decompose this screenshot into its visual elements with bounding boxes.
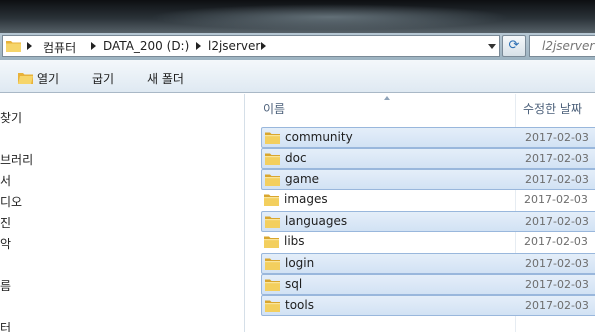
titlebar-glow: [150, 4, 510, 30]
folder-icon: [265, 279, 280, 291]
search-box[interactable]: [529, 35, 595, 57]
navigation-pane: 찾기 브러리 서 디오 진 악 름 터: [0, 94, 245, 332]
burn-button[interactable]: 굽기: [92, 70, 114, 87]
file-name[interactable]: languages: [285, 214, 347, 228]
nav-item-pictures[interactable]: 진: [0, 214, 11, 231]
nav-item-homegroup[interactable]: 름: [0, 277, 11, 294]
window-titlebar[interactable]: [0, 0, 595, 33]
file-name[interactable]: doc: [285, 151, 307, 165]
file-date-modified: 2017-02-03: [525, 215, 589, 228]
file-row[interactable]: tools 2017-02-03: [261, 295, 595, 316]
open-button[interactable]: 열기: [37, 70, 59, 87]
folder-open-icon: [18, 73, 33, 84]
breadcrumb-computer[interactable]: 컴퓨터: [43, 39, 76, 56]
column-header-modified[interactable]: 수정한 날짜: [523, 100, 582, 117]
file-row[interactable]: sql 2017-02-03: [261, 274, 595, 295]
file-row[interactable]: doc 2017-02-03: [261, 148, 595, 169]
file-row[interactable]: libs 2017-02-03: [261, 232, 595, 253]
file-name[interactable]: tools: [285, 298, 314, 312]
folder-icon: [265, 216, 280, 228]
folder-icon: [265, 132, 280, 144]
refresh-icon: ⟳: [508, 38, 520, 53]
file-date-modified: 2017-02-03: [525, 299, 589, 312]
folder-icon: [265, 174, 280, 186]
breadcrumb-arrow-icon[interactable]: [261, 42, 266, 50]
folder-icon: [264, 236, 279, 248]
new-folder-button[interactable]: 새 폴더: [147, 70, 184, 87]
nav-item-music[interactable]: 악: [0, 235, 11, 252]
command-toolbar: 열기 굽기 새 폴더: [0, 60, 595, 93]
refresh-button[interactable]: ⟳: [502, 35, 526, 57]
nav-item-favorites[interactable]: 찾기: [0, 109, 22, 126]
breadcrumb-folder[interactable]: l2jserver: [208, 39, 260, 53]
address-bar[interactable]: 컴퓨터 DATA_200 (D:) l2jserver: [2, 35, 500, 57]
file-name[interactable]: images: [284, 192, 328, 206]
file-name[interactable]: login: [285, 256, 314, 270]
file-row[interactable]: images 2017-02-03: [261, 190, 595, 211]
breadcrumb-drive[interactable]: DATA_200 (D:): [103, 39, 189, 53]
nav-item-computer[interactable]: 터: [0, 319, 11, 332]
file-date-modified: 2017-02-03: [525, 131, 589, 144]
file-name[interactable]: community: [285, 130, 353, 144]
file-date-modified: 2017-02-03: [524, 193, 588, 206]
nav-item-libraries[interactable]: 브러리: [0, 151, 33, 168]
file-date-modified: 2017-02-03: [525, 257, 589, 270]
file-row[interactable]: languages 2017-02-03: [261, 211, 595, 232]
sort-ascending-icon: [384, 96, 390, 100]
breadcrumb-arrow-icon[interactable]: [27, 42, 32, 50]
nav-item-videos[interactable]: 디오: [0, 193, 22, 210]
column-header-name[interactable]: 이름: [263, 100, 285, 117]
file-date-modified: 2017-02-03: [524, 235, 588, 248]
file-date-modified: 2017-02-03: [525, 278, 589, 291]
address-row: 컴퓨터 DATA_200 (D:) l2jserver ⟳: [0, 33, 595, 60]
folder-icon: [265, 153, 280, 165]
file-date-modified: 2017-02-03: [525, 173, 589, 186]
file-date-modified: 2017-02-03: [525, 152, 589, 165]
file-row[interactable]: community 2017-02-03: [261, 127, 595, 148]
file-row[interactable]: login 2017-02-03: [261, 253, 595, 274]
breadcrumb-arrow-icon[interactable]: [91, 42, 96, 50]
folder-icon: [265, 300, 280, 312]
breadcrumb-arrow-icon[interactable]: [196, 42, 201, 50]
chevron-down-icon[interactable]: [488, 44, 496, 49]
folder-icon: [265, 258, 280, 270]
file-row[interactable]: game 2017-02-03: [261, 169, 595, 190]
file-list[interactable]: 이름 수정한 날짜 community 2017-02-03 doc 2017-02-…: [246, 94, 595, 332]
folder-icon: [264, 194, 279, 206]
search-input[interactable]: [530, 36, 595, 56]
file-name[interactable]: sql: [285, 277, 302, 291]
folder-icon: [6, 41, 21, 52]
file-name[interactable]: libs: [284, 234, 305, 248]
file-name[interactable]: game: [285, 172, 319, 186]
nav-item-documents[interactable]: 서: [0, 172, 11, 189]
